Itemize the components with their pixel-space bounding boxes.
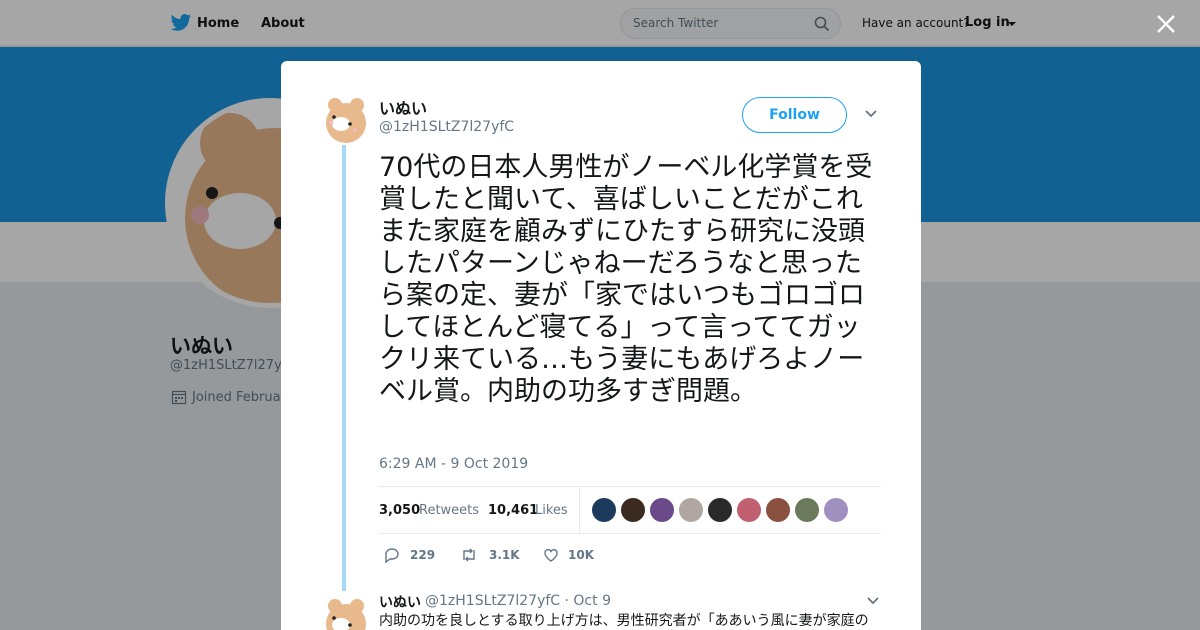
bear-avatar-icon[interactable]: [321, 95, 371, 145]
reply-text: 内助の功を良しとする取り上げ方は、男性研究者が「ああいう風に妻が家庭の: [379, 613, 869, 629]
liker-avatar[interactable]: [824, 498, 848, 522]
liker-avatar[interactable]: [737, 498, 761, 522]
likes-label[interactable]: Likes: [535, 503, 568, 518]
like-count[interactable]: 10K: [568, 548, 594, 562]
retweets-label[interactable]: Retweets: [419, 503, 479, 518]
liker-avatar[interactable]: [679, 498, 703, 522]
liker-avatar[interactable]: [708, 498, 732, 522]
bear-avatar-icon[interactable]: [321, 596, 371, 630]
liker-avatar[interactable]: [621, 498, 645, 522]
tweet-text: 70代の日本人男性がノーベル化学賞を受賞したと聞いて、喜ばしいことだがこれまた家…: [379, 152, 873, 407]
tweet-stats: 3,050 Retweets 10,461 Likes: [378, 486, 881, 534]
heart-icon[interactable]: [542, 546, 560, 564]
reply-meta[interactable]: @1zH1SLtZ7l27yfC · Oct 9: [425, 593, 611, 609]
retweet-count[interactable]: 3.1K: [489, 548, 520, 562]
liker-avatar[interactable]: [592, 498, 616, 522]
reply-icon[interactable]: [383, 546, 401, 564]
follow-button[interactable]: Follow: [742, 97, 847, 133]
likes-count[interactable]: 10,461: [488, 503, 538, 518]
liker-avatar[interactable]: [795, 498, 819, 522]
tweet-author-name[interactable]: いぬい: [379, 95, 427, 119]
reply-count[interactable]: 229: [410, 548, 435, 562]
tweet-author-handle[interactable]: @1zH1SLtZ7l27yfC: [379, 119, 514, 135]
retweets-count[interactable]: 3,050: [379, 503, 420, 518]
stats-divider: [579, 487, 580, 533]
tweet-timestamp[interactable]: 6:29 AM - 9 Oct 2019: [379, 456, 528, 472]
tweet-actions: 229 3.1K 10K: [378, 544, 881, 568]
chevron-down-icon[interactable]: [866, 596, 880, 606]
close-icon[interactable]: [1155, 13, 1177, 35]
liker-avatar[interactable]: [650, 498, 674, 522]
liker-avatar[interactable]: [766, 498, 790, 522]
tweet-modal: いぬい @1zH1SLtZ7l27yfC Follow 70代の日本人男性がノー…: [281, 61, 921, 630]
retweet-icon[interactable]: [460, 546, 478, 564]
thread-connector: [342, 145, 346, 591]
reply-author-name[interactable]: いぬい: [379, 592, 421, 612]
chevron-down-icon[interactable]: [864, 109, 878, 119]
